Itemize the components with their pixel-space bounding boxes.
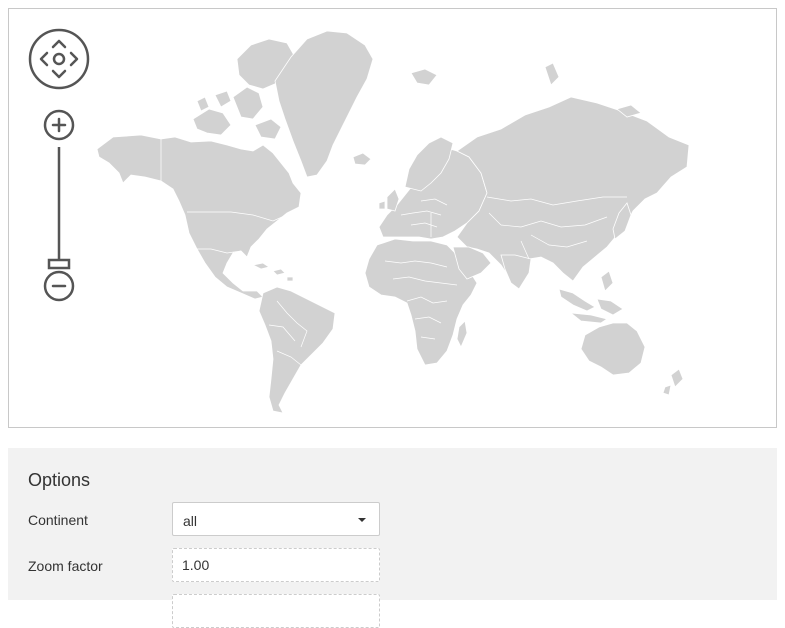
pan-reset-icon[interactable] (52, 52, 66, 66)
new-zealand-islands[interactable] (662, 368, 684, 396)
zoom-in-button[interactable] (43, 109, 75, 141)
pan-control[interactable] (28, 28, 90, 90)
zoom-slider-thumb[interactable] (47, 258, 71, 270)
zoom-factor-input[interactable] (172, 548, 380, 582)
north-america-landmass[interactable] (96, 134, 302, 300)
options-panel: Options Continent all Zoom factor (8, 448, 777, 628)
southeast-asia-islands[interactable] (558, 270, 624, 324)
continent-select[interactable]: all (172, 502, 380, 536)
zoom-control[interactable] (42, 109, 76, 304)
options-title: Options (28, 470, 91, 490)
asia-landmass[interactable] (456, 96, 690, 282)
continent-select-value: all (183, 513, 198, 529)
zoom-out-button[interactable] (43, 270, 75, 302)
australia-landmass[interactable] (580, 322, 646, 376)
south-america-landmass[interactable] (258, 286, 336, 414)
world-map[interactable] (8, 8, 777, 428)
madagascar-landmass[interactable] (456, 320, 468, 348)
zoom-factor-label: Zoom factor (28, 558, 103, 574)
british-isles[interactable] (378, 188, 400, 212)
caribbean-islands[interactable] (251, 262, 294, 282)
options-extra-input[interactable] (172, 594, 380, 628)
world-map-canvas[interactable] (9, 9, 776, 427)
chevron-down-icon (358, 518, 366, 522)
continent-label: Continent (28, 512, 88, 528)
iceland-landmass[interactable] (352, 152, 372, 166)
